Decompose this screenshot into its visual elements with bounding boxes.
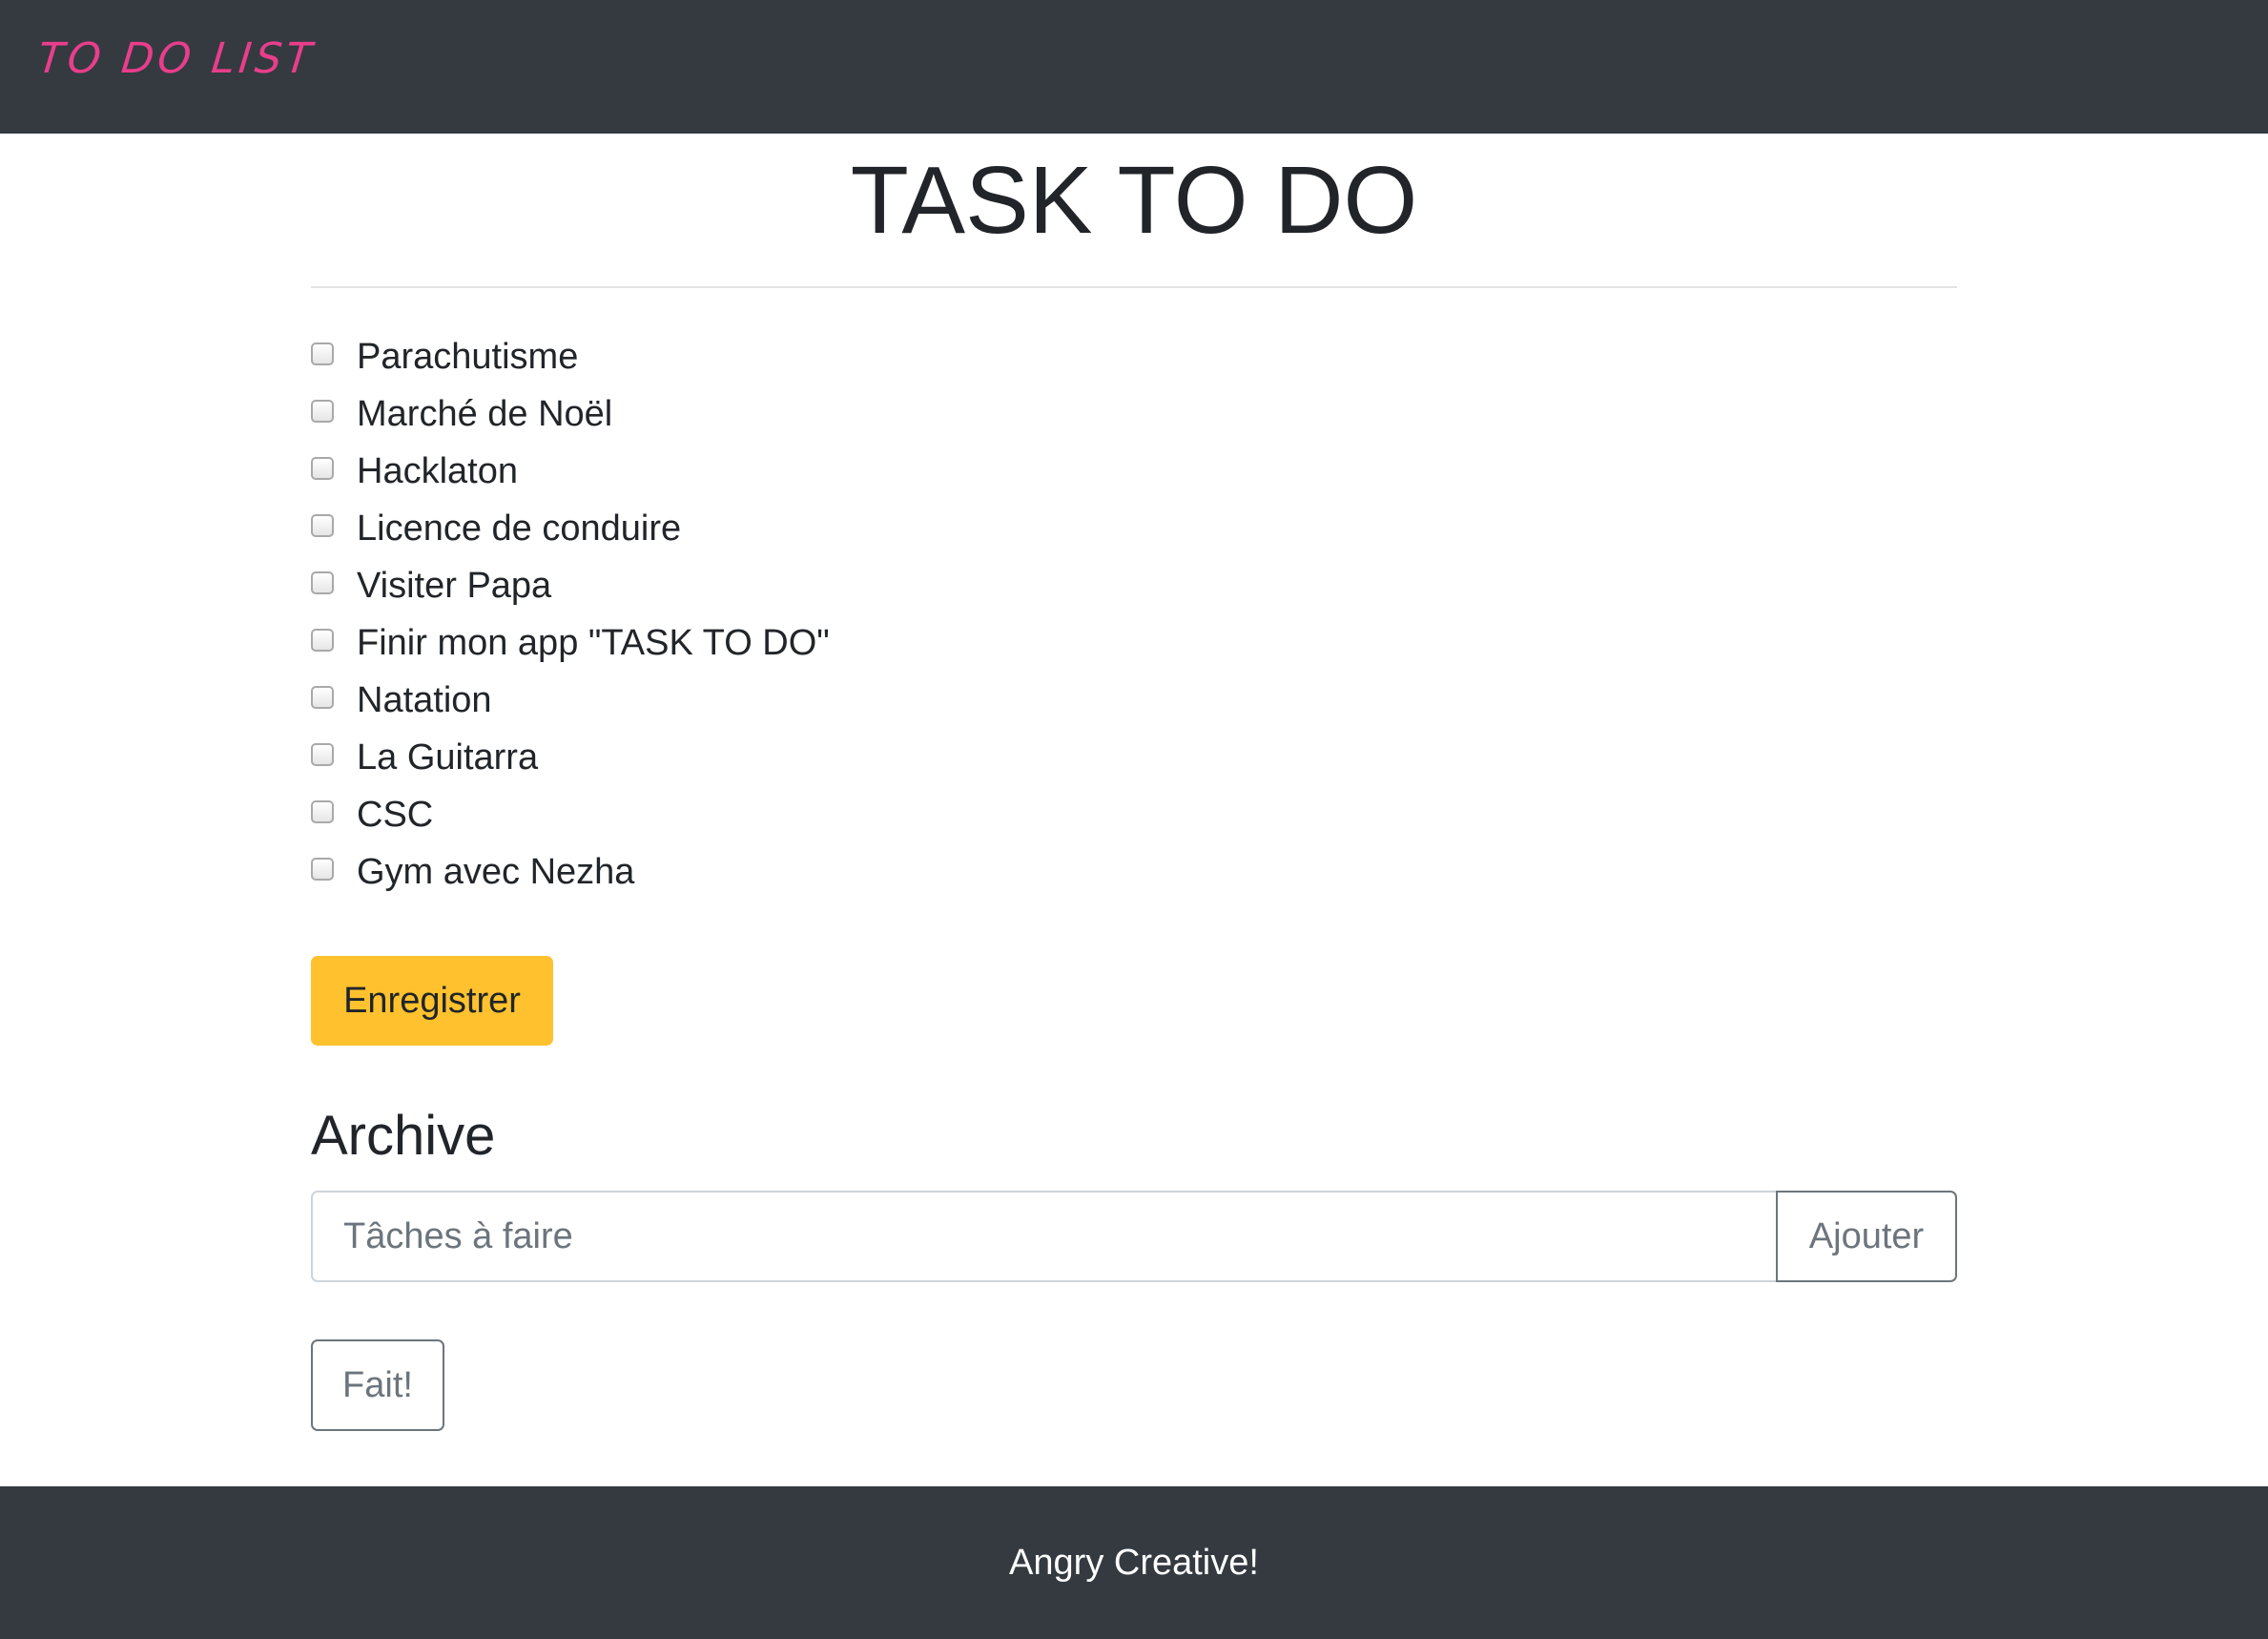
add-button[interactable]: Ajouter (1776, 1191, 1957, 1282)
task-label[interactable]: Natation (357, 672, 492, 729)
task-item: Hacklaton (311, 443, 830, 500)
task-item: La Guitarra (311, 729, 830, 786)
task-input[interactable] (311, 1191, 1776, 1282)
add-task-group: Ajouter (311, 1191, 1957, 1282)
task-checkbox[interactable] (311, 571, 334, 594)
task-label[interactable]: Licence de conduire (357, 500, 681, 557)
task-checkbox[interactable] (311, 400, 334, 423)
task-label[interactable]: Parachutisme (357, 328, 578, 385)
footer-text: Angry Creative! (1009, 1542, 1259, 1583)
page-title: TASK TO DO (850, 147, 1418, 254)
footer: Angry Creative! (0, 1486, 2268, 1639)
main-content: TASK TO DO Parachutisme Marché de Noël Hac… (0, 134, 2268, 1486)
task-item: Licence de conduire (311, 500, 830, 557)
task-checkbox[interactable] (311, 858, 334, 881)
task-label[interactable]: Hacklaton (357, 443, 518, 500)
save-button[interactable]: Enregistrer (311, 956, 553, 1046)
task-checkbox[interactable] (311, 514, 334, 537)
task-label[interactable]: Gym avec Nezha (357, 843, 634, 901)
task-label[interactable]: CSC (357, 786, 433, 843)
brand-link[interactable]: TO DO LIST (35, 34, 318, 83)
done-button[interactable]: Fait! (311, 1339, 444, 1431)
task-label[interactable]: La Guitarra (357, 729, 538, 786)
navbar: TO DO LIST (0, 0, 2268, 134)
task-label[interactable]: Marché de Noël (357, 385, 612, 443)
task-item: CSC (311, 786, 830, 843)
task-item: Marché de Noël (311, 385, 830, 443)
divider (311, 286, 1957, 288)
task-list: Parachutisme Marché de Noël Hacklaton Licen… (311, 328, 830, 901)
task-label[interactable]: Visiter Papa (357, 557, 551, 614)
archive-title: Archive (311, 1105, 496, 1167)
task-item: Finir mon app "TASK TO DO" (311, 614, 830, 672)
task-item: Visiter Papa (311, 557, 830, 614)
task-checkbox[interactable] (311, 743, 334, 766)
task-checkbox[interactable] (311, 342, 334, 365)
task-checkbox[interactable] (311, 800, 334, 823)
task-item: Gym avec Nezha (311, 843, 830, 901)
task-checkbox[interactable] (311, 629, 334, 652)
task-checkbox[interactable] (311, 457, 334, 480)
task-item: Natation (311, 672, 830, 729)
task-item: Parachutisme (311, 328, 830, 385)
task-label[interactable]: Finir mon app "TASK TO DO" (357, 614, 830, 672)
task-checkbox[interactable] (311, 686, 334, 709)
